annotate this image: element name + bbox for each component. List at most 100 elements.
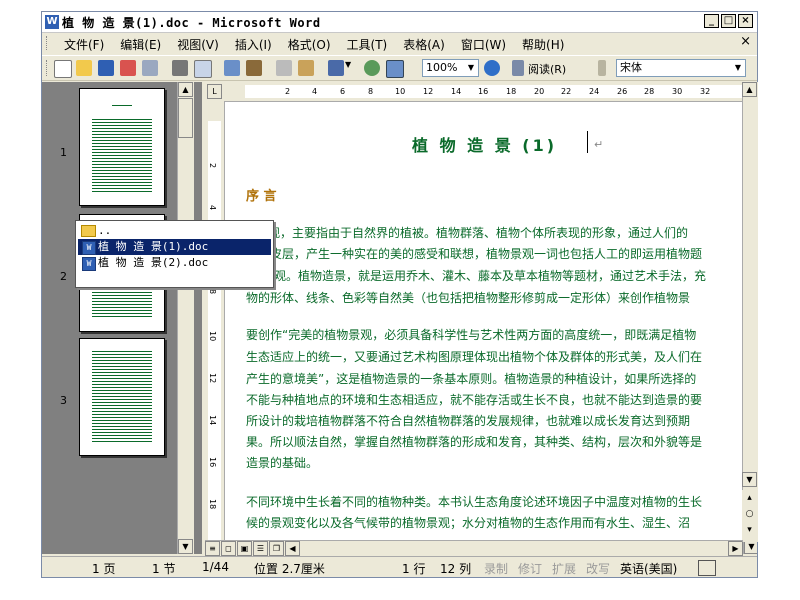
scroll-down-icon[interactable]: ▼ bbox=[178, 539, 193, 554]
ruler-tick: 2 bbox=[285, 87, 291, 96]
zoom-select[interactable]: 100% ▼ bbox=[422, 59, 479, 77]
menu-format[interactable]: 格式(O) bbox=[280, 35, 339, 54]
chevron-down-icon[interactable]: ▼ bbox=[732, 61, 744, 75]
menu-file[interactable]: 文件(F) bbox=[56, 35, 112, 54]
body-line: 观。植物造景，就是运用乔木、灌木、藤本及草本植物等题材，通过艺术手法，充 bbox=[274, 269, 707, 283]
print-preview-icon[interactable] bbox=[194, 60, 212, 78]
copy-icon[interactable] bbox=[276, 60, 292, 76]
horizontal-scrollbar[interactable]: ≡ ◻ ▣ ☰ ❐ ◀ ▶ bbox=[205, 540, 743, 557]
scroll-left-icon[interactable]: ◀ bbox=[285, 541, 300, 556]
ruler-tick: 8 bbox=[368, 87, 374, 96]
scroll-down-icon[interactable]: ▼ bbox=[742, 472, 757, 487]
undo-dropdown-icon[interactable]: ▼ bbox=[345, 60, 355, 76]
dropdown-item-doc1[interactable]: W 植 物 造 景(1).doc bbox=[78, 239, 271, 255]
vertical-ruler[interactable]: 2 4 6 8 10 12 14 16 18 20 bbox=[205, 101, 225, 554]
read-button[interactable]: 阅读(R) bbox=[528, 61, 566, 77]
body-line: 景观，主要指由于自然界的植被。植物群落、植物个体所表现的形象，通过人们的 bbox=[256, 226, 689, 240]
outline-view-icon[interactable]: ☰ bbox=[253, 541, 268, 556]
web-view-icon[interactable]: ◻ bbox=[221, 541, 236, 556]
normal-view-icon[interactable]: ≡ bbox=[205, 541, 220, 556]
vruler-tick: 8 bbox=[208, 289, 217, 295]
menu-table[interactable]: 表格(A) bbox=[395, 35, 453, 54]
body-line: 候的景观变化以及各气候带的植物景观；水分对植物的生态作用而有水生、湿生、沼 bbox=[246, 516, 691, 530]
dropdown-item-doc2[interactable]: W 植 物 造 景(2).doc bbox=[78, 255, 271, 271]
scroll-up-icon[interactable]: ▲ bbox=[178, 82, 193, 97]
read-icon[interactable] bbox=[512, 60, 524, 76]
hyperlink-icon[interactable] bbox=[364, 60, 380, 76]
section-heading: 序 言 bbox=[246, 189, 277, 204]
standard-toolbar: ▼ 100% ▼ 阅读(R) 宋体 ▼ bbox=[42, 55, 757, 81]
vruler-tick: 4 bbox=[208, 205, 217, 211]
browse-controls[interactable]: ▴ ○ ▾ bbox=[742, 490, 757, 540]
word-doc-icon: W bbox=[82, 257, 96, 271]
help-icon[interactable] bbox=[484, 60, 500, 76]
dropdown-item-parent[interactable]: .. bbox=[78, 223, 271, 239]
minimize-button[interactable]: _ bbox=[704, 14, 719, 28]
status-overtype[interactable]: 改写 bbox=[586, 560, 610, 577]
menu-insert[interactable]: 插入(I) bbox=[227, 35, 280, 54]
menu-grip-icon[interactable] bbox=[46, 36, 50, 50]
print-icon[interactable] bbox=[172, 60, 188, 76]
body-line: 造景的基础。 bbox=[246, 456, 319, 470]
thumbnail-scrollbar[interactable]: ▲ ▼ bbox=[177, 82, 194, 554]
ruler-tick: 22 bbox=[561, 87, 572, 96]
font-value: 宋体 bbox=[620, 61, 642, 74]
text-cursor bbox=[587, 131, 588, 153]
document-close-button[interactable]: × bbox=[740, 34, 751, 49]
status-extend[interactable]: 扩展 bbox=[552, 560, 576, 577]
status-bar: 1 页 1 节 1/44 位置 2.7厘米 1 行 12 列 录制 修订 扩展 … bbox=[42, 556, 757, 577]
undo-icon[interactable] bbox=[328, 60, 344, 76]
font-select[interactable]: 宋体 ▼ bbox=[616, 59, 746, 77]
scroll-up-icon[interactable]: ▲ bbox=[742, 82, 757, 97]
email-icon[interactable] bbox=[142, 60, 158, 76]
word-app-icon[interactable]: W bbox=[45, 15, 59, 29]
status-line: 1 行 bbox=[402, 562, 426, 576]
print-view-icon[interactable]: ▣ bbox=[237, 541, 252, 556]
menu-help[interactable]: 帮助(H) bbox=[514, 35, 572, 54]
status-record[interactable]: 录制 bbox=[484, 560, 508, 577]
toolbar-grip-icon[interactable] bbox=[46, 60, 50, 76]
tab-selector-icon[interactable]: L bbox=[207, 84, 222, 99]
title-bar: W 植 物 造 景(1).doc - Microsoft Word _ □ × bbox=[42, 12, 757, 33]
horizontal-ruler[interactable]: L 2 4 6 8 10 12 14 16 18 20 22 24 26 28 … bbox=[205, 82, 743, 102]
status-column: 12 列 bbox=[440, 562, 472, 576]
ruler-tick: 30 bbox=[672, 87, 683, 96]
vruler-tick: 16 bbox=[208, 457, 217, 468]
maximize-button[interactable]: □ bbox=[721, 14, 736, 28]
menu-tools[interactable]: 工具(T) bbox=[339, 35, 396, 54]
scroll-thumb[interactable] bbox=[178, 98, 193, 138]
tables-borders-icon[interactable] bbox=[386, 60, 404, 78]
thumbnail-page-number: 1 bbox=[60, 146, 67, 159]
status-language[interactable]: 英语(美国) bbox=[620, 560, 677, 577]
spelling-icon[interactable] bbox=[224, 60, 240, 76]
new-document-icon[interactable] bbox=[54, 60, 72, 78]
close-button[interactable]: × bbox=[738, 14, 753, 28]
vruler-tick: 18 bbox=[208, 499, 217, 510]
file-dropdown-list[interactable]: .. W 植 物 造 景(1).doc W 植 物 造 景(2).doc bbox=[75, 220, 274, 288]
status-section: 1 节 bbox=[152, 562, 176, 576]
status-position: 位置 2.7厘米 bbox=[254, 562, 325, 576]
toolbar-options-icon[interactable] bbox=[598, 60, 606, 76]
reading-view-icon[interactable]: ❐ bbox=[269, 541, 284, 556]
permission-icon[interactable] bbox=[120, 60, 136, 76]
thumbnail-page-1[interactable] bbox=[79, 88, 165, 206]
scroll-right-icon[interactable]: ▶ bbox=[728, 541, 743, 556]
menu-view[interactable]: 视图(V) bbox=[169, 35, 227, 54]
ruler-tick: 20 bbox=[534, 87, 545, 96]
save-icon[interactable] bbox=[98, 60, 114, 76]
ruler-track bbox=[245, 85, 743, 98]
vruler-tick: 2 bbox=[208, 163, 217, 169]
menu-window[interactable]: 窗口(W) bbox=[453, 35, 514, 54]
paste-icon[interactable] bbox=[298, 60, 314, 76]
chevron-down-icon[interactable]: ▼ bbox=[465, 61, 477, 75]
ruler-tick: 18 bbox=[506, 87, 517, 96]
open-folder-icon[interactable] bbox=[76, 60, 92, 76]
body-line: 产生的意境美”，这是植物造景的一条基本原则。植物造景的种植设计，如果所选择的 bbox=[246, 372, 697, 386]
thumbnail-page-3[interactable] bbox=[79, 338, 165, 456]
ruler-tick: 24 bbox=[589, 87, 600, 96]
menu-edit[interactable]: 编辑(E) bbox=[112, 35, 169, 54]
research-icon[interactable] bbox=[246, 60, 262, 76]
spelling-status-icon[interactable] bbox=[698, 560, 716, 576]
status-track[interactable]: 修订 bbox=[518, 560, 542, 577]
body-line: 要创作“完美的植物景观，必须具备科学性与艺术性两方面的高度统一，即既满足植物 bbox=[246, 328, 697, 342]
